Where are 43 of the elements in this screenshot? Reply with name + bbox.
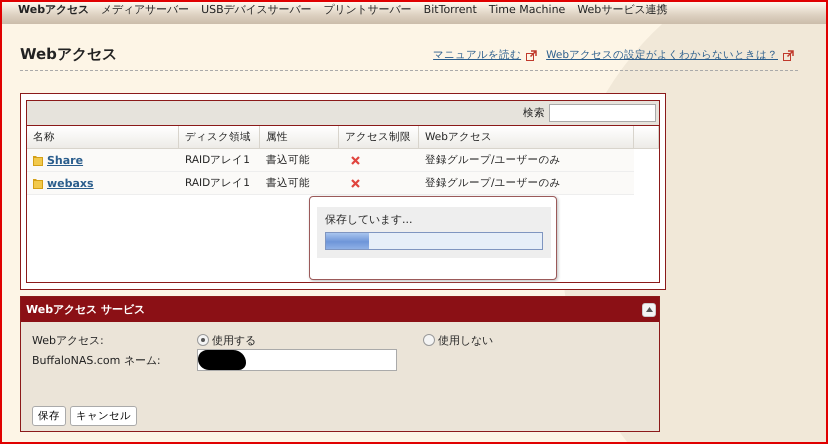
radio-label: 使用しない xyxy=(438,332,493,348)
column-header-blank xyxy=(634,126,659,149)
nav-tab[interactable]: Webサービス連携 xyxy=(571,2,674,24)
share-link[interactable]: webaxs xyxy=(47,176,94,190)
table-cell: 登録グループ/ユーザーのみ xyxy=(419,149,634,172)
column-header[interactable]: 属性 xyxy=(260,126,339,149)
name-input-field[interactable] xyxy=(197,349,397,371)
nav-tab[interactable]: メディアサーバー xyxy=(95,2,196,24)
up-triangle-icon xyxy=(646,307,652,312)
help-link[interactable]: マニュアルを読む xyxy=(433,48,522,62)
nav-tab[interactable]: BitTorrent xyxy=(418,2,483,24)
radio-label: 使用する xyxy=(212,332,256,348)
column-header[interactable]: 名称 xyxy=(27,126,179,149)
field-label: Webアクセス: xyxy=(32,332,105,348)
share-link[interactable]: Share xyxy=(47,154,84,166)
collapse-button[interactable] xyxy=(642,302,656,316)
field-label: BuffaloNAS.com ネーム: xyxy=(32,352,162,368)
nav-tab[interactable]: USBデバイスサーバー xyxy=(195,2,318,24)
nav-tab[interactable]: Time Machine xyxy=(482,2,572,24)
search-label: 検索 xyxy=(523,106,545,120)
column-header[interactable]: アクセス制限 xyxy=(339,126,419,149)
table-cell: RAIDアレイ1 xyxy=(179,172,260,195)
radio-button[interactable] xyxy=(423,334,435,346)
panel-title: Webアクセス サービス xyxy=(26,302,145,317)
nav-tab[interactable]: プリントサーバー xyxy=(318,2,418,24)
folder-icon xyxy=(33,177,43,189)
external-link-icon xyxy=(783,50,794,60)
folder-icon xyxy=(33,154,43,166)
external-link-icon xyxy=(526,50,538,60)
table-cell: 書込可能 xyxy=(260,149,339,172)
help-link[interactable]: Webアクセスの設定がよくわからないときは？ xyxy=(546,48,778,62)
form-button[interactable]: 保存 xyxy=(32,406,66,426)
search-field[interactable] xyxy=(549,104,656,122)
table-cell: 書込可能 xyxy=(260,172,339,195)
dialog-message: 保存しています... xyxy=(325,212,414,228)
page-title: Webアクセス xyxy=(20,44,117,64)
column-header[interactable]: ディスク領域 xyxy=(179,126,260,149)
table-cell: RAIDアレイ1 xyxy=(179,149,260,172)
table-cell: 登録グループ/ユーザーのみ xyxy=(419,172,634,195)
column-header[interactable]: Webアクセス xyxy=(419,126,634,149)
nav-tab[interactable]: Webアクセス xyxy=(12,2,96,24)
radio-button[interactable] xyxy=(197,334,209,346)
form-button[interactable]: キャンセル xyxy=(70,406,137,426)
